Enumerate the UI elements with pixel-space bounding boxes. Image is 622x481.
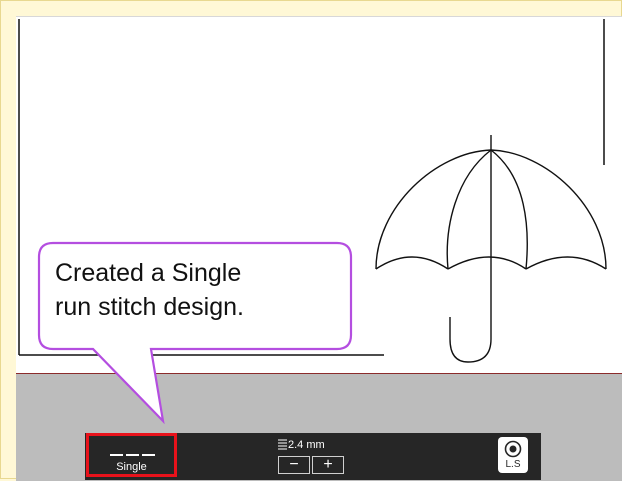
- callout-line-2: run stitch design.: [55, 293, 244, 321]
- increase-length-button[interactable]: +: [312, 456, 344, 474]
- stitch-length-icon: [278, 439, 287, 450]
- umbrella-design: [375, 135, 607, 363]
- single-run-stitch-icon: [110, 454, 155, 456]
- stitch-type-label: Single: [116, 461, 147, 473]
- callout-line-1: Created a Single: [55, 259, 242, 287]
- screenshot-frame: Single 2.4 mm − + L.S Created a Single r…: [0, 0, 622, 481]
- callout-text: Created a Single run stitch design.: [55, 256, 335, 324]
- ls-label: L.S: [505, 459, 521, 470]
- stitch-length-value: 2.4 mm: [288, 439, 325, 451]
- decrease-length-button[interactable]: −: [278, 456, 310, 474]
- ls-button[interactable]: L.S: [498, 437, 528, 473]
- stitch-length-control: 2.4 mm − +: [278, 437, 348, 477]
- stitch-toolbar: Single 2.4 mm − + L.S: [85, 433, 541, 480]
- single-stitch-button[interactable]: Single: [86, 433, 177, 477]
- ls-bobbin-icon: [504, 440, 522, 458]
